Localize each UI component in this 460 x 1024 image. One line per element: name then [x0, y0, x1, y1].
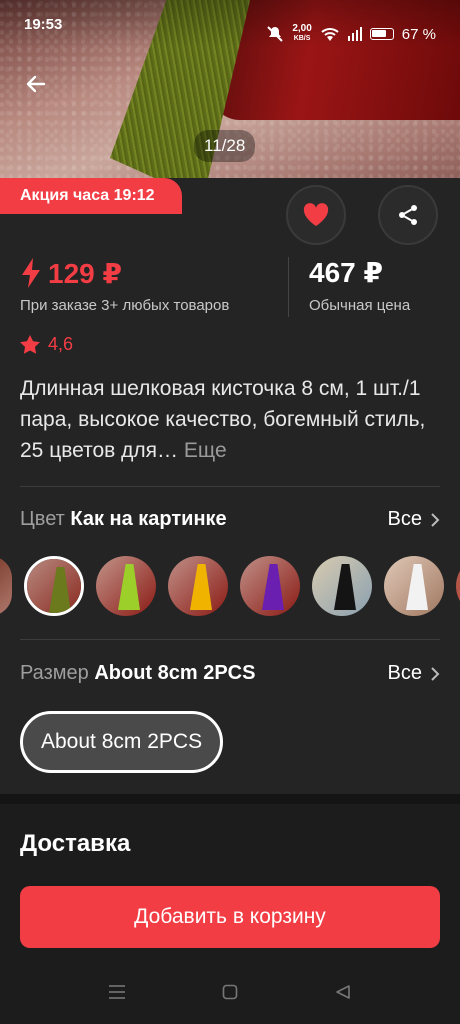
favorite-button[interactable] [286, 185, 346, 245]
regular-price-note: Обычная цена [309, 297, 411, 314]
square-icon [222, 984, 238, 1000]
back-button[interactable] [20, 68, 52, 100]
share-icon [399, 205, 417, 225]
divider [20, 639, 440, 640]
arrow-left-icon [26, 75, 46, 93]
price-block: 129 ₽ При заказе 3+ любых товаров 467 ₽ … [20, 255, 440, 317]
color-value: Как на картинке [70, 508, 227, 530]
sale-price-note: При заказе 3+ любых товаров [20, 297, 230, 314]
system-nav-bar [0, 960, 460, 1024]
menu-nav-button[interactable] [97, 972, 137, 1012]
chevron-right-icon [431, 512, 440, 527]
delivery-heading[interactable]: Доставка [20, 830, 130, 858]
size-all-link[interactable]: Все [388, 662, 440, 685]
lightning-icon [22, 258, 40, 288]
color-swatch[interactable] [456, 556, 460, 616]
status-time: 19:53 [24, 16, 63, 33]
size-option-row[interactable]: Размер About 8cm 2PCS Все [20, 662, 440, 685]
status-bar: 19:53 2,00 KB/S 67 % [0, 0, 460, 52]
color-option-row[interactable]: Цвет Как на картинке Все [20, 508, 440, 531]
color-swatch[interactable] [96, 556, 156, 616]
heart-icon [303, 203, 329, 226]
home-nav-button[interactable] [210, 972, 250, 1012]
promo-badge: Акция часа 19:12 [0, 178, 182, 214]
product-title[interactable]: Длинная шелковая кисточка 8 см, 1 шт./1 … [20, 373, 440, 466]
add-to-cart-button[interactable]: Добавить в корзину [20, 886, 440, 948]
signal-icon [347, 27, 362, 41]
color-swatch[interactable] [312, 556, 372, 616]
star-icon [20, 335, 40, 354]
mute-icon [267, 26, 284, 42]
gallery-pager: 11/28 [194, 130, 256, 162]
size-label: Размер [20, 662, 89, 684]
color-swatch[interactable] [240, 556, 300, 616]
regular-price: 467 ₽ [309, 257, 383, 288]
color-label: Цвет [20, 508, 65, 530]
triangle-back-icon [336, 985, 351, 999]
rating-value: 4,6 [48, 334, 74, 354]
rating[interactable]: 4,6 [20, 334, 73, 355]
size-value: About 8cm 2PCS [94, 662, 256, 684]
color-all-link[interactable]: Все [388, 508, 440, 531]
section-gap [0, 794, 460, 804]
size-chip-selected[interactable]: About 8cm 2PCS [20, 711, 224, 773]
battery-icon [369, 28, 394, 40]
net-speed: 2,00 KB/S [292, 23, 312, 43]
more-link[interactable]: Еще [184, 439, 227, 462]
back-nav-button[interactable] [323, 972, 363, 1012]
share-button[interactable] [378, 185, 438, 245]
color-swatch[interactable] [384, 556, 444, 616]
color-swatch[interactable] [168, 556, 228, 616]
color-swatch-selected[interactable] [24, 556, 84, 616]
battery-level: 67 % [401, 25, 436, 43]
divider [20, 486, 440, 487]
wifi-icon [321, 28, 339, 41]
color-swatch[interactable] [0, 556, 12, 616]
color-swatches [0, 556, 460, 620]
menu-icon [108, 985, 125, 999]
chevron-right-icon [431, 666, 440, 681]
sale-price: 129 ₽ [48, 257, 122, 289]
